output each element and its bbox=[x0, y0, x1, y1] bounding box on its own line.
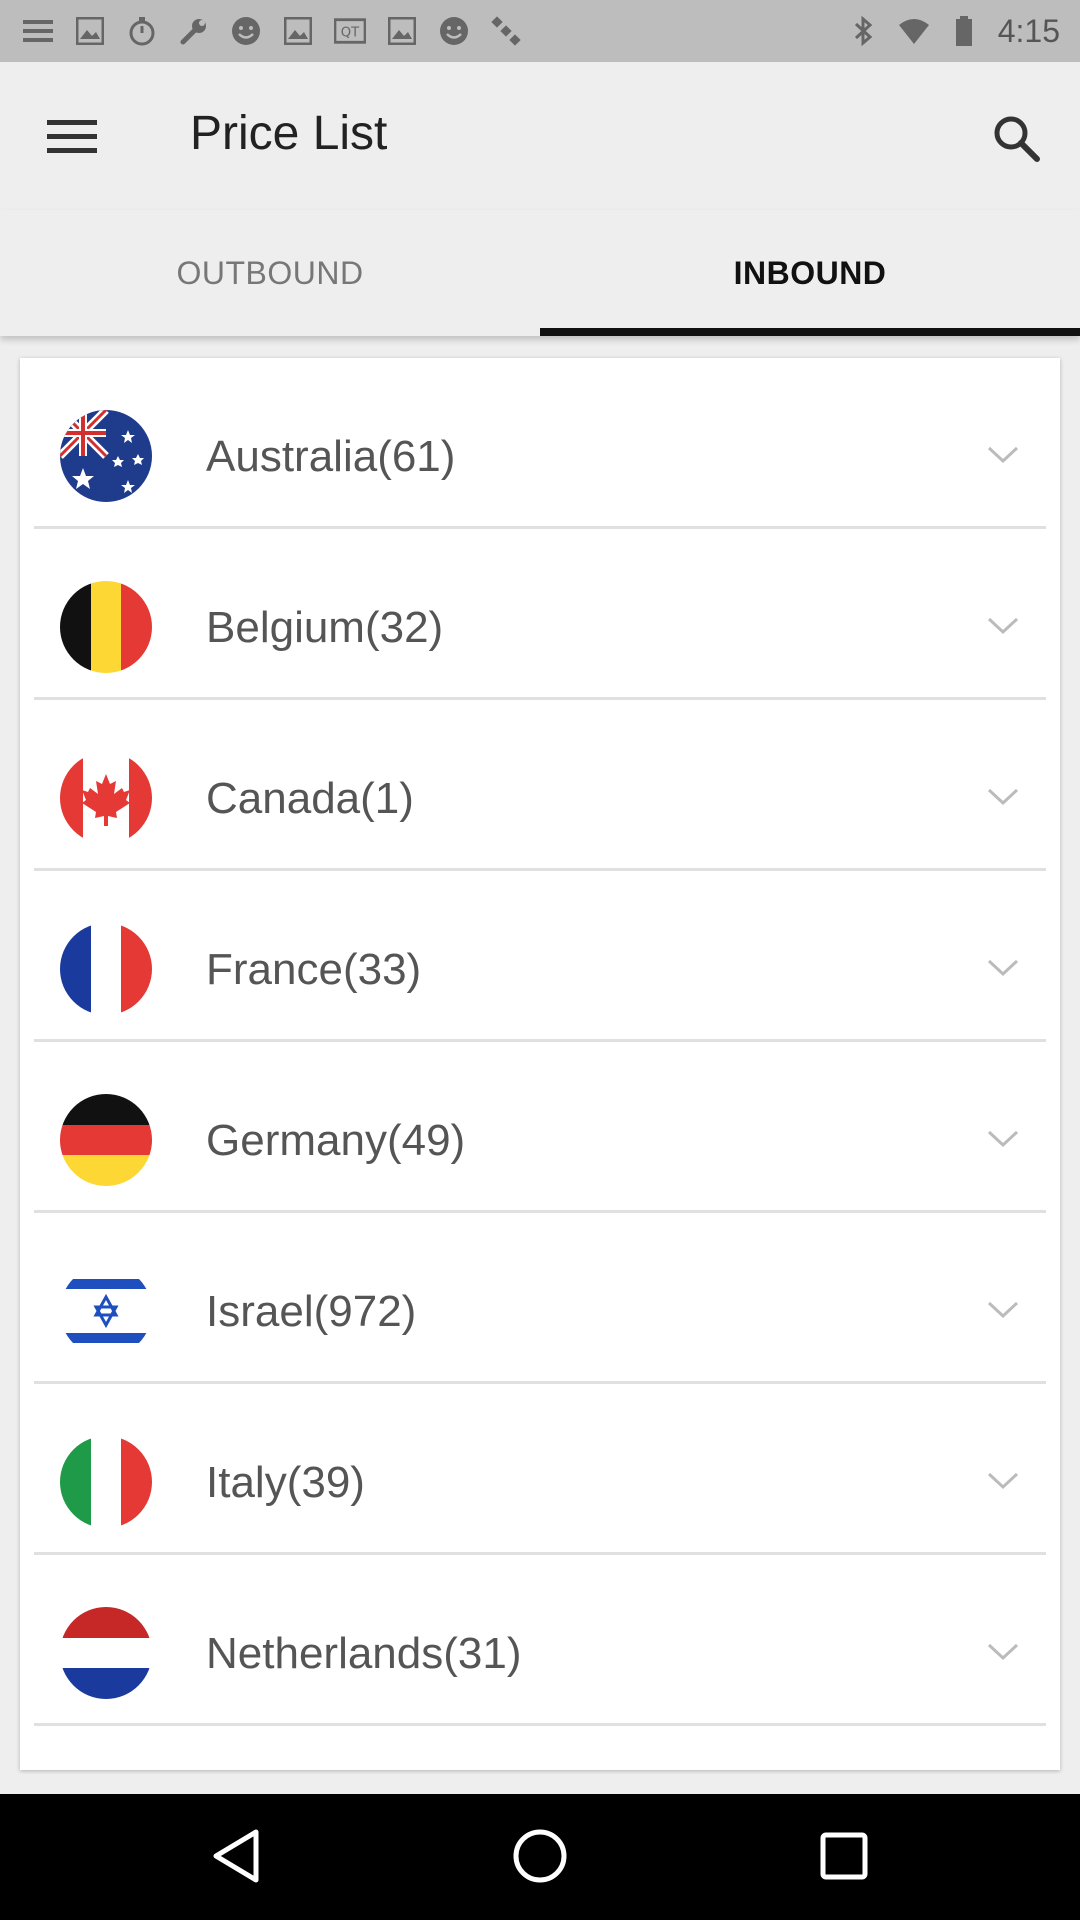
app-bar: Price List bbox=[0, 62, 1080, 210]
chevron-down-icon bbox=[987, 1472, 1019, 1490]
list-item-australia[interactable]: Australia(61) bbox=[20, 358, 1060, 529]
list-item-france[interactable]: France(33) bbox=[20, 871, 1060, 1042]
svg-text:QT: QT bbox=[341, 26, 360, 41]
list-item-israel[interactable]: Israel(972) bbox=[20, 1213, 1060, 1384]
status-time: 4:15 bbox=[997, 12, 1060, 49]
home-button[interactable] bbox=[508, 1824, 572, 1888]
tab-indicator bbox=[540, 328, 1080, 336]
chevron-down-icon bbox=[987, 1301, 1019, 1319]
status-bar: QT 4:15 bbox=[0, 0, 1080, 62]
list-item-canada[interactable]: Canada(1) bbox=[20, 700, 1060, 871]
country-label: Belgium(32) bbox=[206, 603, 444, 652]
chevron-down-icon bbox=[987, 1643, 1019, 1661]
recents-button[interactable] bbox=[812, 1824, 876, 1888]
timer-icon bbox=[126, 15, 158, 47]
menu-icon bbox=[22, 15, 54, 47]
status-bar-notifications: QT bbox=[22, 10, 522, 52]
status-bar-system: 4:15 bbox=[848, 10, 1060, 52]
country-label: France(33) bbox=[206, 945, 422, 994]
wifi-icon bbox=[898, 15, 930, 47]
chevron-down-icon bbox=[987, 1130, 1019, 1148]
tab-inbound-label: INBOUND bbox=[733, 254, 887, 291]
australia-flag-icon bbox=[60, 410, 152, 502]
country-list: Australia(61) Belgium(32) Canada(1) Fran… bbox=[20, 358, 1060, 1770]
search-button[interactable] bbox=[984, 106, 1048, 170]
chevron-down-icon bbox=[987, 959, 1019, 977]
navigation-bar bbox=[0, 1794, 1080, 1920]
list-item-netherlands[interactable]: Netherlands(31) bbox=[20, 1555, 1060, 1726]
chevron-down-icon bbox=[987, 617, 1019, 635]
country-label: Canada(1) bbox=[206, 774, 414, 823]
back-button[interactable] bbox=[204, 1824, 268, 1888]
italy-flag-icon bbox=[60, 1436, 152, 1528]
screen: QT 4:15 Price List OUTBOUND INBOUND Aust… bbox=[0, 0, 1080, 1920]
image-icon bbox=[282, 15, 314, 47]
smiley-icon bbox=[438, 15, 470, 47]
germany-flag-icon bbox=[60, 1094, 152, 1186]
battery-icon bbox=[948, 15, 980, 47]
menu-icon bbox=[47, 120, 97, 153]
smiley-icon bbox=[230, 15, 262, 47]
tab-outbound[interactable]: OUTBOUND bbox=[0, 210, 540, 336]
list-item-belgium[interactable]: Belgium(32) bbox=[20, 529, 1060, 700]
recents-icon bbox=[820, 1832, 868, 1880]
back-icon bbox=[213, 1829, 259, 1883]
qq-icon: QT bbox=[334, 15, 366, 47]
wrench-icon bbox=[178, 15, 210, 47]
france-flag-icon bbox=[60, 923, 152, 1015]
image-icon bbox=[74, 15, 106, 47]
tab-outbound-label: OUTBOUND bbox=[176, 254, 364, 291]
satellite-icon bbox=[490, 15, 522, 47]
tab-bar: OUTBOUND INBOUND bbox=[0, 210, 1080, 336]
home-icon bbox=[513, 1829, 567, 1883]
chevron-down-icon bbox=[987, 788, 1019, 806]
israel-flag-icon bbox=[60, 1265, 152, 1357]
canada-flag-icon bbox=[60, 752, 152, 844]
search-icon bbox=[994, 116, 1040, 162]
belgium-flag-icon bbox=[60, 581, 152, 673]
country-label: Israel(972) bbox=[206, 1287, 417, 1336]
country-label: Netherlands(31) bbox=[206, 1629, 522, 1678]
tab-inbound[interactable]: INBOUND bbox=[540, 210, 1080, 336]
divider bbox=[34, 1723, 1046, 1726]
chevron-down-icon bbox=[987, 446, 1019, 464]
netherlands-flag-icon bbox=[60, 1607, 152, 1699]
country-label: Germany(49) bbox=[206, 1116, 466, 1165]
image-icon bbox=[386, 15, 418, 47]
page-title: Price List bbox=[190, 107, 388, 160]
country-label: Italy(39) bbox=[206, 1458, 365, 1507]
country-label: Australia(61) bbox=[206, 432, 456, 481]
menu-button[interactable] bbox=[44, 112, 100, 160]
list-item-italy[interactable]: Italy(39) bbox=[20, 1384, 1060, 1555]
list-item-germany[interactable]: Germany(49) bbox=[20, 1042, 1060, 1213]
bluetooth-icon bbox=[848, 15, 880, 47]
